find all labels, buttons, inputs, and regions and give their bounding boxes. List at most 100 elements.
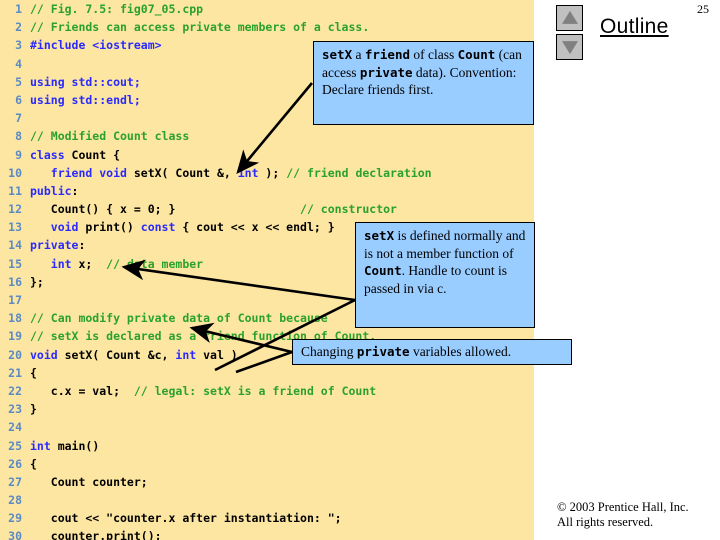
callout-text-run: variables allowed. xyxy=(409,344,512,359)
code-token: // Can modify private data of Count beca… xyxy=(30,311,328,326)
code-token: int xyxy=(30,438,58,453)
line-number: 2 xyxy=(15,20,22,35)
line-number: 9 xyxy=(15,147,22,162)
copyright-line-2: All rights reserved. xyxy=(557,515,654,529)
line-number: 5 xyxy=(15,74,22,89)
code-line: 12 Count() { x = 0; } // constructor xyxy=(0,200,534,218)
code-line: 25 int main() xyxy=(0,437,534,455)
line-number: 15 xyxy=(8,256,22,271)
code-token: { xyxy=(30,456,37,471)
code-line: 24 xyxy=(0,418,534,436)
line-number: 16 xyxy=(8,274,22,289)
callout-text-run: setX xyxy=(322,47,353,62)
callout-text-run: setX xyxy=(364,228,395,243)
code-token: counter.print(); xyxy=(30,529,162,540)
code-line: 29 cout << "counter.x after instantiatio… xyxy=(0,509,534,527)
line-number: 29 xyxy=(8,511,22,526)
line-number: 3 xyxy=(15,38,22,53)
code-line: 21 { xyxy=(0,364,534,382)
callout-text-run: a xyxy=(352,47,365,62)
line-number: 13 xyxy=(8,220,22,235)
code-token: friend void xyxy=(30,165,134,180)
line-number: 1 xyxy=(15,2,22,16)
code-token: #include <iostream> xyxy=(30,38,162,53)
code-token: Count { xyxy=(71,147,121,162)
code-token: private xyxy=(30,238,79,253)
code-token: public xyxy=(30,183,72,198)
line-number: 28 xyxy=(8,493,22,508)
line-number: 17 xyxy=(8,293,22,307)
copyright-line-1: © 2003 Prentice Hall, Inc. xyxy=(557,500,689,514)
line-number: 20 xyxy=(8,347,22,362)
line-number: 10 xyxy=(8,165,22,180)
code-token: void xyxy=(30,347,65,362)
callout-text-run: private xyxy=(356,344,410,359)
callout-setx-definition: setX is defined normally and is not a me… xyxy=(355,222,535,328)
code-token: Count counter; xyxy=(30,474,148,489)
callout-text-run: of class xyxy=(410,47,458,62)
code-token: main() xyxy=(57,438,100,453)
code-token: val ) xyxy=(203,347,238,362)
code-line: 23} xyxy=(0,400,534,418)
line-number: 23 xyxy=(8,402,22,417)
line-number: 12 xyxy=(8,202,22,217)
scroll-down-button[interactable] xyxy=(556,34,583,60)
callout-text-run: Count xyxy=(364,263,402,278)
line-number: 18 xyxy=(8,311,22,326)
callout-text-run: friend xyxy=(364,47,411,62)
code-token: } xyxy=(30,402,37,417)
code-line: 26 { xyxy=(0,455,534,473)
line-number: 30 xyxy=(8,529,22,540)
slide-canvas: 1 // Fig. 7.5: fig07_05.cpp 2 // Friends ca… xyxy=(0,0,720,540)
callout-private-variables: Changing private variables allowed. xyxy=(292,339,572,365)
code-token: c.x = val; xyxy=(30,383,134,398)
code-token: // legal: setX is a friend of Count xyxy=(133,383,377,398)
code-token: // constructor xyxy=(300,202,397,217)
code-line: 30 counter.print(); xyxy=(0,527,534,540)
code-token: // Modified Count class xyxy=(30,129,190,144)
code-token: // data member xyxy=(106,256,204,271)
code-line: 8 // Modified Count class xyxy=(0,127,534,145)
line-number: 11 xyxy=(8,183,22,198)
callout-text-run: Count xyxy=(457,47,496,62)
code-line: 2 // Friends can access private members o… xyxy=(0,18,534,36)
code-line: 28 xyxy=(0,491,534,509)
code-token: : xyxy=(78,238,86,253)
code-line: 10 friend void setX( Count &, int ); // … xyxy=(0,164,534,182)
triangle-up-icon xyxy=(561,10,578,24)
line-number: 7 xyxy=(15,111,22,126)
triangle-down-icon xyxy=(561,41,578,55)
code-token: class xyxy=(30,147,72,162)
code-line: 27 Count counter; xyxy=(0,473,534,491)
code-token: setX( Count &c, xyxy=(64,347,176,362)
code-token: using std::cout; xyxy=(30,74,141,89)
code-line: 1 // Fig. 7.5: fig07_05.cpp xyxy=(0,0,534,18)
code-token: void xyxy=(30,220,86,235)
outline-spinner-group[interactable] xyxy=(556,5,583,60)
line-number: 24 xyxy=(8,420,22,435)
code-line: 22 c.x = val; // legal: setX is a friend… xyxy=(0,382,534,400)
code-token: { xyxy=(30,365,37,380)
code-token: : xyxy=(71,183,79,198)
line-number: 21 xyxy=(8,365,22,380)
code-line: 11 public: xyxy=(0,182,534,200)
code-token: using std::endl; xyxy=(30,92,141,107)
line-number: 22 xyxy=(8,383,22,398)
callout-text-run: private xyxy=(359,64,413,80)
scroll-up-button[interactable] xyxy=(556,5,583,31)
line-number: 26 xyxy=(8,456,22,471)
code-token: print() xyxy=(85,220,141,235)
code-token: cout << "counter.x after instantiation: … xyxy=(30,511,342,526)
code-token: ); xyxy=(265,165,287,180)
code-token: Count() { x = 0; } xyxy=(30,202,301,217)
copyright-notice: © 2003 Prentice Hall, Inc. All rights re… xyxy=(557,500,689,530)
code-token: x; xyxy=(78,256,107,271)
line-number: 19 xyxy=(8,329,22,344)
line-number: 8 xyxy=(15,129,22,144)
code-token: // Friends can access private members of… xyxy=(30,20,370,35)
code-token: { cout << x << endl; } xyxy=(182,220,335,235)
outline-label[interactable]: Outline xyxy=(600,15,669,39)
code-line: 9 class Count { xyxy=(0,146,534,164)
callout-friend-declaration: setX a friend of class Count (can access… xyxy=(313,41,534,125)
line-number: 27 xyxy=(8,474,22,489)
